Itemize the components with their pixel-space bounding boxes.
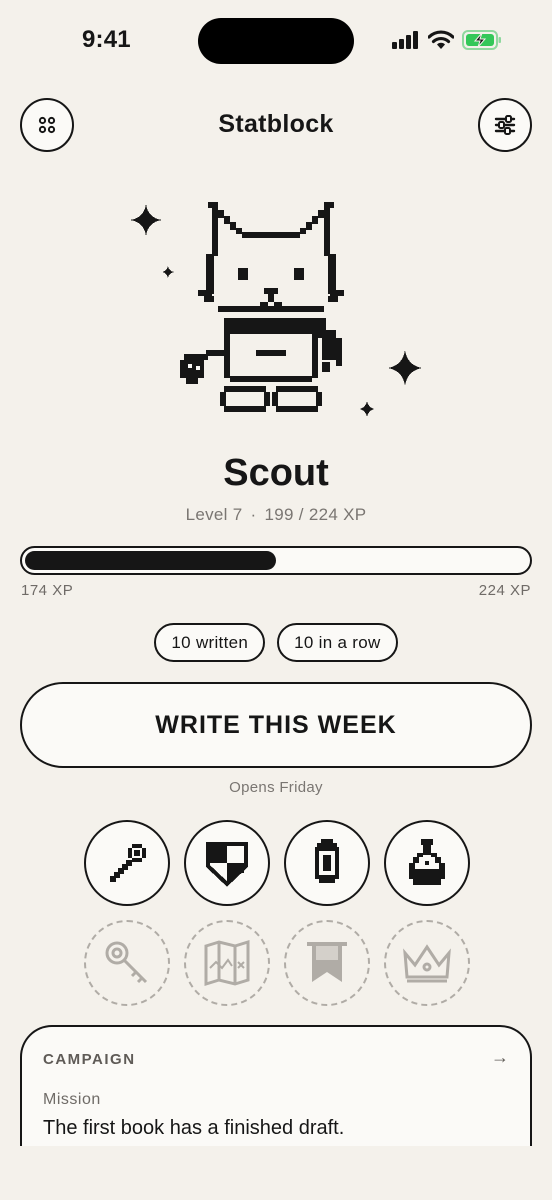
key-badge-icon[interactable] [84,920,170,1006]
cellular-signal-icon [392,31,418,49]
sliders-icon [494,115,516,135]
written-count-pill: 10 written [154,623,266,662]
sparkle-icon [162,266,174,278]
page-title: Statblock [218,110,334,138]
mascot-illustration [126,196,426,422]
opens-note: Opens Friday [229,779,323,796]
level-text: Level 7 [185,505,243,524]
xp-text: 199 / 224 XP [264,505,367,524]
wrench-badge-icon[interactable] [84,820,170,906]
status-icons [392,30,502,50]
map-badge-icon[interactable] [184,920,270,1006]
status-bar: 9:41 [0,0,552,84]
xp-progress-fill [25,551,276,570]
battery-charging-icon [462,30,501,50]
sparkle-icon [360,401,374,417]
level-xp-line: Level 7 · 199 / 224 XP [185,505,367,524]
banner-badge-icon[interactable] [284,920,370,1006]
xp-max-label: 224 XP [478,582,531,599]
bottom-fade [0,1146,552,1200]
status-time: 9:41 [82,26,131,53]
campaign-label: CAMPAIGN [43,1051,136,1068]
arrow-right-icon[interactable]: → [491,1047,509,1068]
mission-label: Mission [43,1091,101,1108]
shield-badge-icon[interactable] [184,820,270,906]
lantern-badge-icon[interactable] [284,820,370,906]
settings-button[interactable] [478,98,532,152]
xp-progress-bar [20,546,532,575]
streak-pill: 10 in a row [277,623,398,662]
mission-text: The first book has a finished draft. [43,1117,345,1139]
wifi-icon [428,30,454,49]
dynamic-island [198,18,354,64]
write-this-week-button[interactable]: WRITE THIS WEEK [20,682,532,768]
sparkle-icon [130,204,162,236]
sparkle-icon [388,350,422,386]
pet-name: Scout [223,452,329,494]
crown-badge-icon[interactable] [384,920,470,1006]
xp-min-label: 174 XP [21,582,74,599]
potion-badge-icon[interactable] [384,820,470,906]
stats-pills: 10 written 10 in a row [0,623,552,662]
